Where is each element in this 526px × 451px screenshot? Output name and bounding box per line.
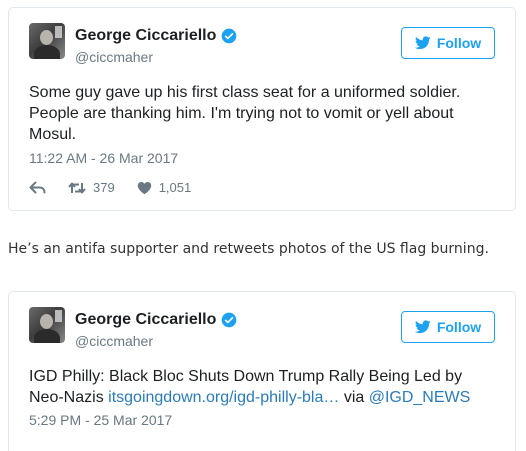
verified-badge-icon — [222, 312, 237, 328]
heart-icon — [137, 181, 151, 194]
display-name[interactable]: George Ciccariello — [75, 311, 216, 329]
like-button[interactable]: 1,051 — [137, 180, 192, 195]
retweet-button[interactable]: 379 — [68, 180, 115, 195]
avatar-face — [40, 30, 53, 45]
avatar-background — [55, 26, 62, 38]
follow-button[interactable]: Follow — [401, 311, 495, 343]
verified-badge-icon — [222, 28, 237, 44]
tweet-actions: 379 1,051 — [29, 180, 213, 195]
tweet-card-1: George Ciccariello @ciccmaher Follow Som… — [8, 7, 516, 211]
avatar-shoulders — [34, 45, 60, 59]
twitter-bird-icon — [414, 36, 431, 50]
reply-icon — [29, 181, 46, 193]
twitter-bird-icon — [414, 320, 431, 334]
tweet-card-2: George Ciccariello @ciccmaher Follow IGD… — [8, 291, 516, 451]
follow-label: Follow — [436, 35, 482, 51]
tweet-text: IGD Philly: Black Bloc Shuts Down Trump … — [29, 366, 495, 408]
screen-name[interactable]: @ciccmaher — [75, 49, 153, 65]
article-paragraph: He’s an antifa supporter and retweets ph… — [8, 241, 489, 257]
tweet-timestamp[interactable]: 5:29 PM - 25 Mar 2017 — [29, 412, 172, 428]
tweet-timestamp[interactable]: 11:22 AM - 26 Mar 2017 — [29, 150, 178, 166]
like-count: 1,051 — [158, 180, 192, 195]
article-link[interactable]: itsgoingdown.org/igd-philly-bla… — [108, 389, 339, 406]
via-label: via — [339, 389, 369, 406]
avatar-shoulders — [34, 329, 60, 343]
tweet-text: Some guy gave up his first class seat fo… — [29, 84, 461, 143]
avatar[interactable] — [29, 307, 65, 343]
follow-label: Follow — [436, 319, 482, 335]
author-name-row[interactable]: George Ciccariello — [75, 311, 237, 329]
retweet-count: 379 — [93, 180, 115, 195]
avatar-face — [40, 314, 53, 329]
screen-name[interactable]: @ciccmaher — [75, 333, 153, 349]
reply-button[interactable] — [29, 181, 46, 195]
follow-button[interactable]: Follow — [401, 27, 495, 59]
display-name[interactable]: George Ciccariello — [75, 27, 216, 45]
author-name-row[interactable]: George Ciccariello — [75, 27, 237, 45]
mention-link[interactable]: @IGD_NEWS — [369, 389, 471, 406]
retweet-icon — [68, 182, 86, 193]
avatar[interactable] — [29, 23, 65, 59]
avatar-background — [55, 310, 62, 322]
